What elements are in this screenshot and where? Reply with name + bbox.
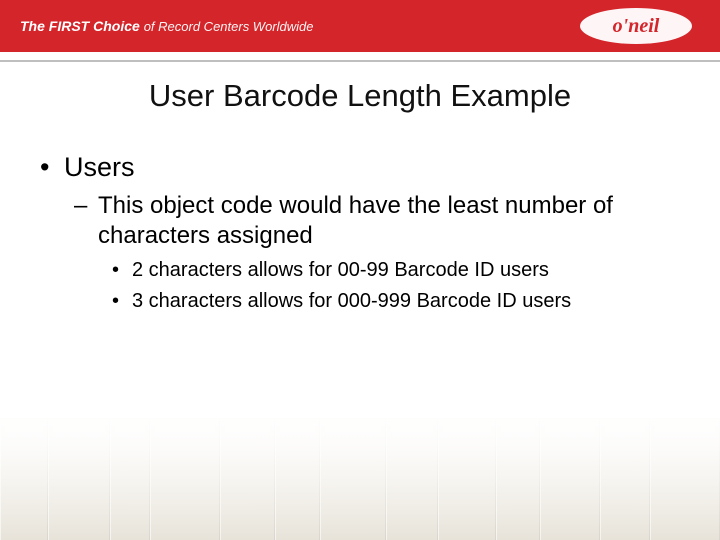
- list-item: 2 characters allows for 00-99 Barcode ID…: [132, 257, 680, 284]
- footer-background-boxes: [0, 418, 720, 540]
- slide-title: User Barcode Length Example: [40, 78, 680, 114]
- oneil-logo-icon: o'neil ®: [576, 4, 696, 48]
- bullet-text: Users: [64, 152, 135, 182]
- brand-logo: o'neil ®: [576, 4, 696, 48]
- bullet-list-level3: 2 characters allows for 00-99 Barcode ID…: [98, 257, 680, 315]
- tagline-choice: Choice: [93, 18, 140, 34]
- list-item: Users This object code would have the le…: [64, 152, 680, 315]
- header-band: The FIRST Choice of Record Centers World…: [0, 0, 720, 52]
- slide: The FIRST Choice of Record Centers World…: [0, 0, 720, 540]
- bullet-list-level2: This object code would have the least nu…: [64, 191, 680, 315]
- slide-content: User Barcode Length Example Users This o…: [0, 72, 720, 325]
- bullet-list-level1: Users This object code would have the le…: [40, 152, 680, 315]
- list-item: 3 characters allows for 000-999 Barcode …: [132, 288, 680, 315]
- bullet-text: 3 characters allows for 000-999 Barcode …: [132, 290, 571, 312]
- logo-text: o'neil: [613, 15, 660, 37]
- header-tagline: The FIRST Choice of Record Centers World…: [20, 18, 314, 34]
- header-divider: [0, 60, 720, 62]
- bullet-text: 2 characters allows for 00-99 Barcode ID…: [132, 259, 549, 281]
- list-item: This object code would have the least nu…: [98, 191, 680, 315]
- registered-icon: ®: [684, 9, 690, 18]
- tagline-first: The FIRST: [20, 18, 89, 34]
- tagline-rest: of Record Centers Worldwide: [144, 19, 314, 34]
- bullet-text: This object code would have the least nu…: [98, 192, 613, 249]
